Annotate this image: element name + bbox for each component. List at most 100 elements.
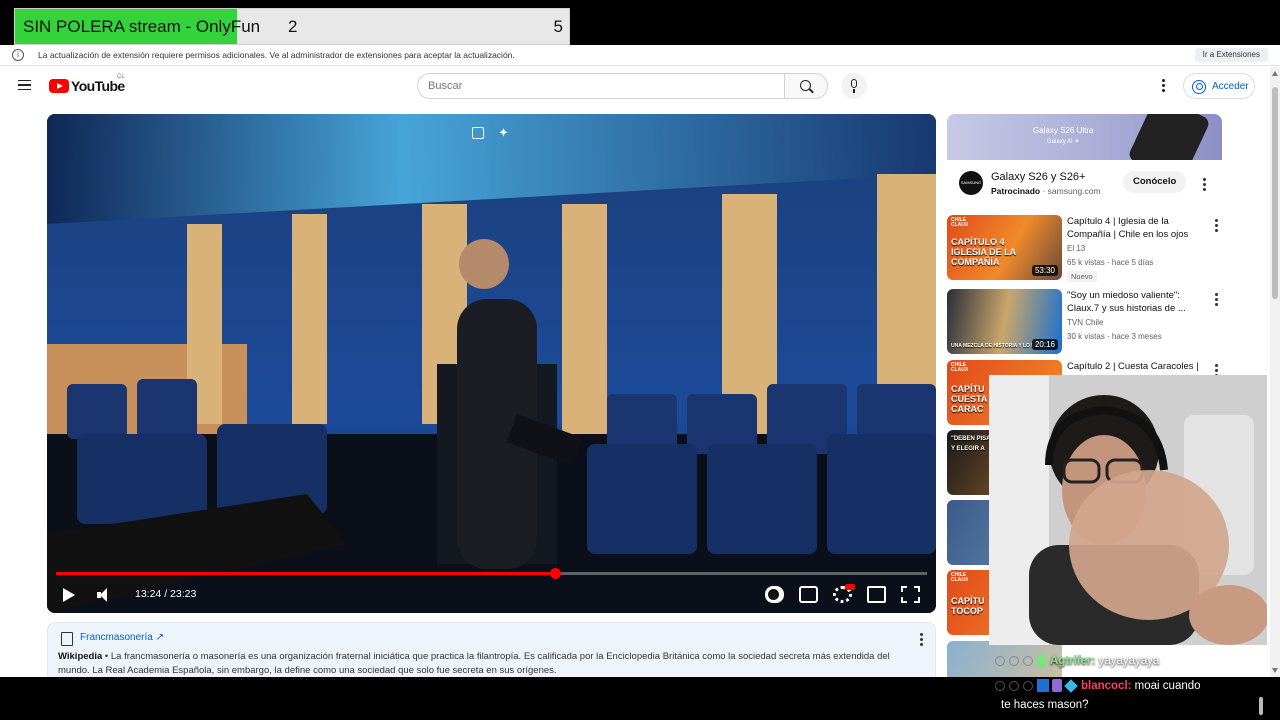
sponsored-ad-card[interactable]: Galaxy S26 Ultra Galaxy AI ✦ SAMSUNG Gala… (947, 114, 1222, 202)
thumbnail-text: UNA MEZCLA DE HISTORIA Y LO PA (951, 343, 1038, 349)
phone-image (1127, 114, 1211, 160)
ai-sparkle-icon[interactable]: ✦ (498, 126, 509, 139)
channel-name[interactable]: El 13 (1067, 244, 1085, 253)
chat-text: yayayayaya (1095, 655, 1160, 667)
scroll-down-icon[interactable] (1272, 668, 1278, 673)
scroll-up-icon[interactable] (1272, 71, 1278, 76)
player-right-controls (765, 584, 920, 603)
video-more-icon[interactable] (1215, 293, 1218, 308)
menu-icon[interactable] (18, 80, 31, 90)
thumbnail-text: CAPÍTU TOCOP (951, 596, 985, 616)
recommended-video[interactable]: CHILE CLAUX CAPÍTULO 4 IGLESIA DE LA COMP… (947, 215, 1222, 282)
topic-link[interactable]: Francmasonería ↗ (80, 632, 164, 643)
advertiser-logo: SAMSUNG (959, 171, 983, 195)
sponsored-label: Patrocinado (991, 186, 1041, 196)
chat-message-continuation: te haces mason? (1001, 699, 1089, 711)
recommended-video[interactable]: UNA MEZCLA DE HISTORIA Y LO PA 20:16 "So… (947, 289, 1222, 355)
goal-title: SIN POLERA stream - OnlyFun (23, 17, 261, 36)
thumbnail-text: CAPÍTULO 4 IGLESIA DE LA COMPAÑÍA (951, 237, 1016, 267)
video-progress-bar[interactable] (56, 568, 927, 579)
goal-current-count: 2 (288, 17, 298, 36)
subscriber-badge-icon (1037, 653, 1046, 668)
video-title[interactable]: "Soy un miedoso valiente": Claux.7 y sus… (1067, 289, 1207, 315)
ad-meta: Patrocinado · samsung.com (991, 186, 1101, 196)
youtube-play-icon (49, 79, 69, 93)
info-panel-more-icon[interactable] (920, 633, 923, 648)
ad-title[interactable]: Galaxy S26 y S26+ (991, 171, 1085, 183)
timeout-icon (1009, 655, 1019, 666)
stream-chat: Agtrifer: yayayayaya blancocl: moai cuan… (989, 645, 1267, 720)
voice-search-button[interactable] (841, 73, 867, 99)
youtube-logo[interactable]: YouTube CL (49, 74, 125, 94)
screen: SIN POLERA stream - OnlyFun 2 5 i La act… (0, 0, 1280, 720)
video-scrubber-handle[interactable] (550, 568, 562, 579)
go-to-extensions-button[interactable]: Ir a Extensiones (1194, 48, 1268, 62)
ban-icon (1023, 655, 1033, 666)
video-progress-fill (56, 572, 556, 575)
video-duration: 20:16 (1031, 339, 1058, 350)
chat-scrollbar[interactable] (1259, 697, 1263, 715)
country-code: CL (117, 74, 125, 80)
badge-icon (1064, 679, 1078, 693)
description-text: • La francmasonería o masonería es una o… (58, 651, 890, 676)
play-icon[interactable] (63, 588, 75, 602)
topic-description: Wikipedia • La francmasonería o masonerí… (58, 650, 908, 677)
subtitles-icon[interactable] (799, 586, 818, 603)
signin-label: Acceder (1212, 81, 1249, 92)
topic-info-panel: Francmasonería ↗ Wikipedia • La francmas… (47, 622, 936, 677)
microphone-icon (851, 79, 857, 88)
video-title[interactable]: Capítulo 2 | Cuesta Caracoles | (1067, 360, 1207, 373)
youtube-header: YouTube CL Acceder (0, 67, 1270, 107)
timeout-icon (1009, 680, 1019, 691)
ad-cta-button[interactable]: Conócelo (1123, 171, 1187, 193)
channel-name[interactable]: TVN Chile (1067, 318, 1103, 327)
badge-icon (1037, 679, 1049, 693)
video-player[interactable]: ✦ 13:24 / 23:23 (47, 114, 936, 613)
volume-icon[interactable] (97, 588, 113, 602)
player-top-icons: ✦ (472, 126, 509, 139)
page-scrollbar[interactable] (1270, 67, 1280, 677)
mod-icon (995, 680, 1005, 691)
goal-target-count: 5 (553, 17, 563, 36)
time-display: 13:24 / 23:23 (135, 588, 197, 600)
ban-icon (1023, 680, 1033, 691)
video-duration: 53:30 (1031, 265, 1058, 276)
video-title[interactable]: Capítulo 4 | Iglesia de la Compañía | Ch… (1067, 215, 1207, 241)
badge-icon (1052, 679, 1062, 693)
chat-username: blancocl: (1081, 680, 1132, 692)
settings-gear-icon[interactable] (833, 584, 855, 603)
video-thumbnail[interactable]: UNA MEZCLA DE HISTORIA Y LO PA 20:16 (947, 289, 1062, 354)
thumbnail-text: "DEBEN PISA Y ELEGIR A (951, 436, 991, 452)
logo-wordmark: YouTube (71, 78, 125, 94)
scrollbar-thumb[interactable] (1272, 87, 1278, 299)
video-thumbnail[interactable]: CHILE CLAUX CAPÍTULO 4 IGLESIA DE LA COMP… (947, 215, 1062, 280)
settings-menu-icon[interactable] (1162, 79, 1166, 93)
search-box (417, 73, 785, 99)
mod-icon (995, 655, 1005, 666)
info-icon: i (12, 49, 24, 61)
video-more-icon[interactable] (1215, 219, 1218, 234)
streamer-webcam (989, 375, 1267, 645)
search-button[interactable] (784, 73, 828, 99)
thumbnail-text: CAPÍTU CUESTA CARAC (951, 384, 987, 414)
account-icon (1192, 80, 1206, 94)
ad-banner-image[interactable]: Galaxy S26 Ultra Galaxy AI ✦ (947, 114, 1222, 160)
chat-message: Agtrifer: yayayayaya (995, 652, 1159, 670)
infobar-message: La actualización de extensión requiere p… (38, 50, 515, 60)
fullscreen-icon[interactable] (901, 586, 920, 603)
ad-domain: · samsung.com (1040, 186, 1101, 196)
chat-message: blancocl: moai cuando (995, 677, 1201, 695)
theater-mode-icon[interactable] (867, 586, 886, 603)
extension-infobar: i La actualización de extensión requiere… (0, 45, 1280, 66)
miniplayer-icon[interactable] (472, 127, 484, 139)
ad-banner-subtitle: Galaxy AI ✦ (1047, 139, 1080, 145)
autoplay-toggle[interactable] (765, 586, 784, 603)
document-icon (61, 632, 73, 646)
new-badge: Nuevo (1067, 271, 1097, 282)
video-frame (47, 114, 936, 613)
ad-more-icon[interactable] (1203, 178, 1206, 193)
ad-banner-text: Galaxy S26 Ultra Galaxy AI ✦ (1033, 126, 1093, 147)
signin-button[interactable]: Acceder (1183, 73, 1255, 99)
search-input[interactable] (428, 74, 768, 98)
player-controls: 13:24 / 23:23 (47, 584, 936, 606)
